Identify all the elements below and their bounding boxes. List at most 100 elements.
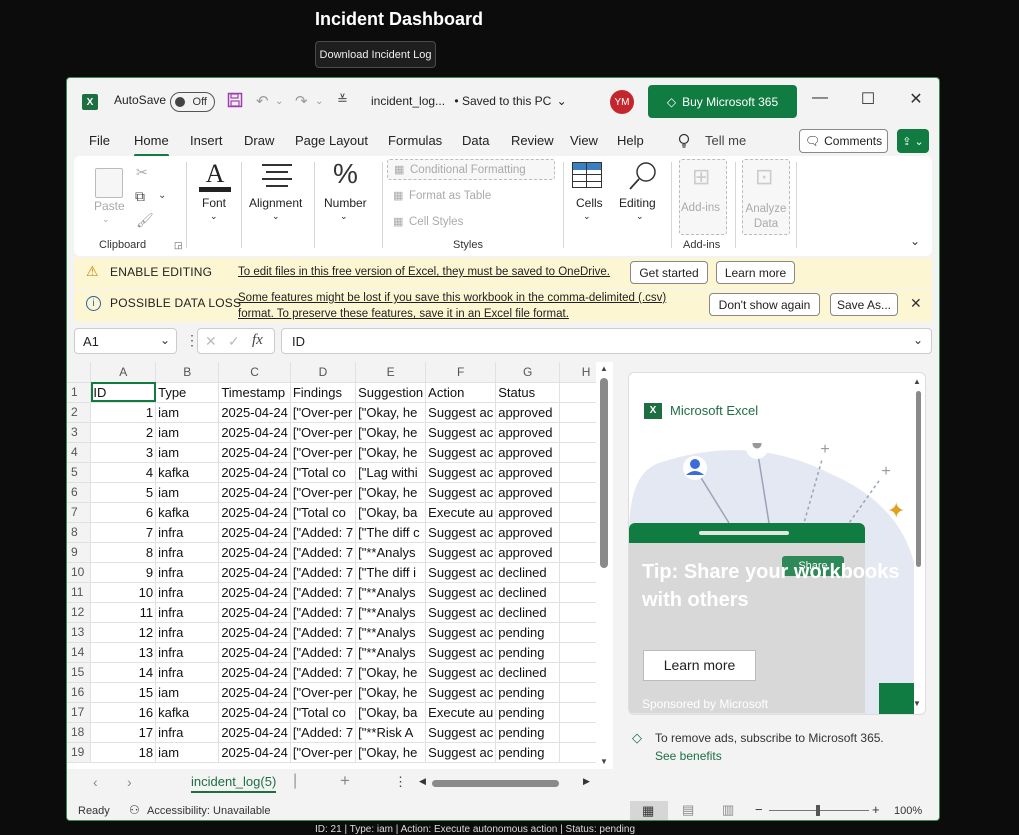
table-cell[interactable]: pending (495, 722, 561, 743)
insert-function-icon[interactable]: fx (252, 332, 263, 349)
table-cell[interactable]: ["The diff c (355, 522, 427, 543)
table-cell[interactable]: Suggest ac (425, 402, 497, 423)
dont-show-again-button[interactable]: Don't show again (709, 293, 820, 316)
table-cell[interactable]: ["Over-per (290, 482, 357, 503)
table-cell[interactable]: infra (155, 542, 220, 563)
expand-formula-icon[interactable]: ⌄ (913, 333, 923, 347)
row-header[interactable]: 10 (67, 562, 92, 583)
enable-editing-message[interactable]: To edit files in this free version of Ex… (238, 264, 610, 280)
table-cell[interactable]: 2025-04-24 (218, 522, 291, 543)
table-cell[interactable]: ["Added: 7 (290, 622, 357, 643)
scroll-down-icon[interactable]: ▼ (600, 757, 608, 766)
table-cell[interactable]: Suggest ac (425, 482, 497, 503)
editing-dropdown-icon[interactable]: ⌄ (636, 211, 644, 222)
table-cell[interactable]: Suggest ac (425, 682, 497, 703)
table-cell[interactable]: ["Over-per (290, 742, 357, 763)
table-cell[interactable]: 8 (90, 542, 157, 563)
table-cell[interactable]: declined (495, 662, 561, 683)
table-cell[interactable]: ["Total co (290, 502, 357, 523)
row-header[interactable]: 11 (67, 582, 92, 603)
table-cell[interactable]: 1 (90, 402, 157, 423)
cell-styles-button[interactable]: Cell Styles (409, 216, 463, 228)
undo-dropdown-icon[interactable]: ⌄ (275, 96, 283, 107)
conditional-formatting-button[interactable]: ▦ Conditional Formatting (387, 159, 555, 180)
tell-me-search[interactable]: Tell me (705, 133, 746, 148)
editing-search-icon[interactable] (628, 161, 656, 190)
select-all-corner[interactable] (67, 362, 92, 383)
table-cell[interactable]: pending (495, 622, 561, 643)
table-cell[interactable]: kafka (155, 702, 220, 723)
row-header[interactable]: 1 (67, 382, 92, 403)
table-cell[interactable]: Suggest ac (425, 742, 497, 763)
table-cell[interactable]: ["Over-per (290, 682, 357, 703)
table-cell[interactable]: infra (155, 622, 220, 643)
hscroll-right-icon[interactable]: ▶ (583, 776, 590, 787)
table-cell[interactable]: ["Over-per (290, 442, 357, 463)
table-cell[interactable]: ["Added: 7 (290, 642, 357, 663)
table-cell[interactable]: Suggest ac (425, 602, 497, 623)
table-cell[interactable]: approved (495, 402, 561, 423)
table-cell[interactable]: 2025-04-24 (218, 602, 291, 623)
table-cell[interactable]: ["Added: 7 (290, 562, 357, 583)
ribbon-collapse-icon[interactable]: ⌄ (910, 234, 920, 248)
table-cell[interactable]: ["Okay, he (355, 742, 427, 763)
alignment-dropdown-icon[interactable]: ⌄ (272, 211, 280, 222)
tab-insert[interactable]: Insert (190, 133, 223, 148)
table-cell[interactable]: infra (155, 722, 220, 743)
table-cell[interactable]: Suggest ac (425, 422, 497, 443)
scroll-thumb[interactable] (600, 378, 608, 568)
save-icon[interactable] (227, 92, 243, 112)
table-cell[interactable]: Suggest ac (425, 582, 497, 603)
table-cell[interactable]: infra (155, 582, 220, 603)
minimize-icon[interactable]: — (805, 89, 835, 107)
comments-button[interactable]: 🗨 Comments (799, 129, 888, 153)
enter-formula-icon[interactable]: ✓ (228, 333, 240, 350)
table-cell[interactable]: 2025-04-24 (218, 702, 291, 723)
table-cell[interactable]: Suggest ac (425, 662, 497, 683)
accessibility-status[interactable]: Accessibility: Unavailable (147, 805, 271, 817)
row-header[interactable]: 12 (67, 602, 92, 623)
column-header[interactable]: B (155, 362, 220, 383)
tab-help[interactable]: Help (617, 133, 644, 148)
scroll-down-icon[interactable]: ▼ (913, 699, 921, 708)
table-cell[interactable]: iam (155, 482, 220, 503)
column-header[interactable]: E (355, 362, 427, 383)
prev-sheet-icon[interactable]: ‹ (93, 774, 98, 790)
tab-file[interactable]: File (89, 133, 110, 148)
row-header[interactable]: 5 (67, 462, 92, 483)
table-cell[interactable]: ["The diff i (355, 562, 427, 583)
row-header[interactable]: 15 (67, 662, 92, 683)
header-cell[interactable]: Findings (290, 382, 357, 403)
table-cell[interactable]: ["Okay, he (355, 442, 427, 463)
font-icon[interactable]: A (199, 160, 231, 196)
table-cell[interactable]: declined (495, 582, 561, 603)
customize-toolbar-icon[interactable]: ≚ (337, 92, 348, 108)
table-cell[interactable]: approved (495, 502, 561, 523)
table-cell[interactable]: approved (495, 422, 561, 443)
table-cell[interactable]: ["Added: 7 (290, 542, 357, 563)
table-cell[interactable]: pending (495, 642, 561, 663)
table-cell[interactable]: 2025-04-24 (218, 462, 291, 483)
avatar[interactable]: YM (610, 90, 634, 114)
row-header[interactable]: 16 (67, 682, 92, 703)
table-cell[interactable]: kafka (155, 502, 220, 523)
tab-formulas[interactable]: Formulas (388, 133, 442, 148)
table-cell[interactable]: Suggest ac (425, 722, 497, 743)
table-cell[interactable]: 2025-04-24 (218, 662, 291, 683)
header-cell[interactable]: Action (425, 382, 497, 403)
tab-home[interactable]: Home (134, 133, 169, 157)
alignment-button[interactable]: Alignment (249, 196, 302, 210)
table-cell[interactable]: pending (495, 742, 561, 763)
table-cell[interactable]: Execute au (425, 502, 497, 523)
table-cell[interactable]: 12 (90, 622, 157, 643)
add-ins-button[interactable]: ⊞ Add-ins (679, 159, 727, 235)
horizontal-scroll-thumb[interactable] (432, 780, 559, 787)
undo-icon[interactable]: ↶ (256, 92, 269, 110)
zoom-out-icon[interactable]: − (755, 802, 763, 817)
table-cell[interactable]: 2025-04-24 (218, 402, 291, 423)
table-cell[interactable]: iam (155, 402, 220, 423)
redo-dropdown-icon[interactable]: ⌄ (315, 96, 323, 107)
table-cell[interactable]: ["Okay, he (355, 482, 427, 503)
column-header[interactable]: D (290, 362, 357, 383)
row-header[interactable]: 13 (67, 622, 92, 643)
